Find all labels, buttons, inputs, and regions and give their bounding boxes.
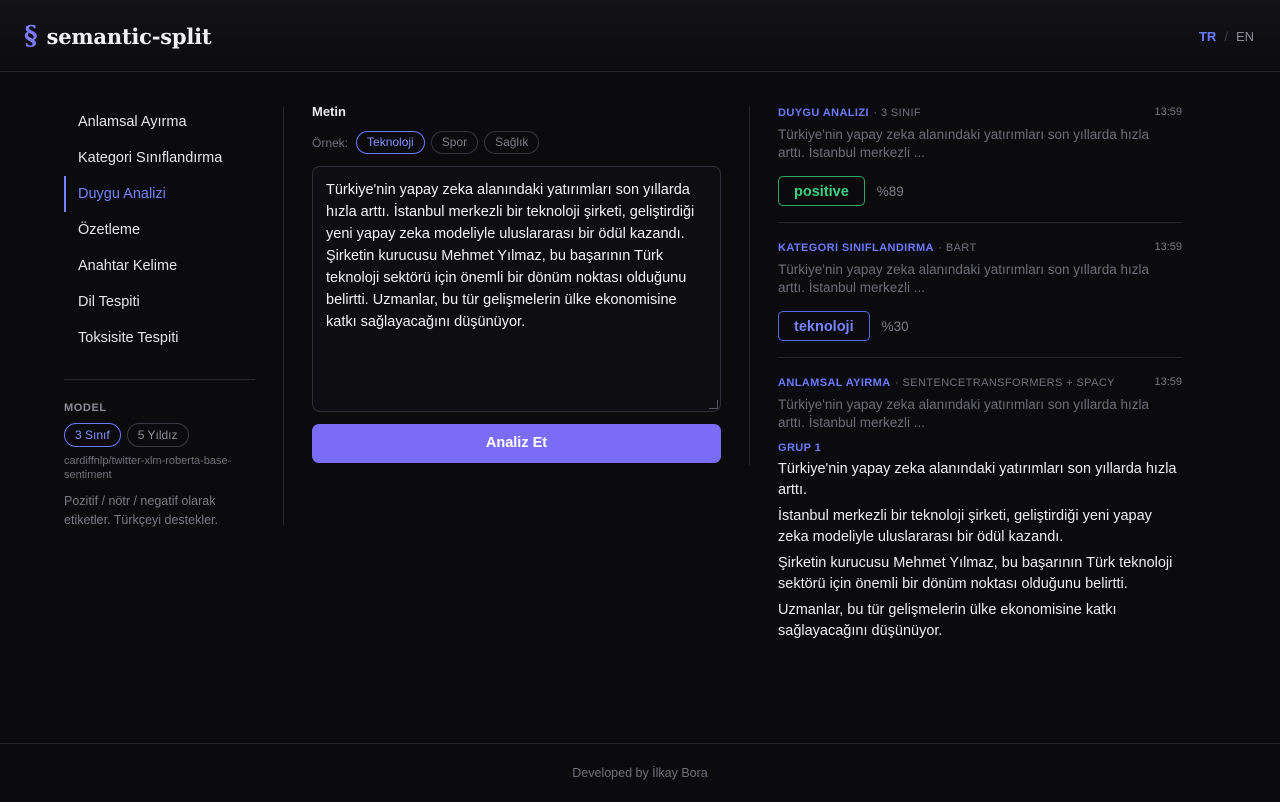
result-header: DUYGU ANALIZI · 3 SINIF 13:59 xyxy=(778,104,1182,120)
lang-separator: / xyxy=(1224,29,1228,44)
result-card-category: KATEGORI SINIFLANDIRMA · BART 13:59 Türk… xyxy=(778,239,1182,358)
result-output: positive %89 xyxy=(778,176,1182,206)
sidebar-divider xyxy=(64,379,255,380)
sidebar-item-sentiment-analysis[interactable]: Duygu Analizi xyxy=(64,176,255,212)
confidence-score: %30 xyxy=(881,318,909,334)
results-panel: DUYGU ANALIZI · 3 SINIF 13:59 Türkiye'ni… xyxy=(778,104,1182,674)
example-chip-health[interactable]: Sağlık xyxy=(484,131,540,154)
result-header: ANLAMSAL AYIRMA · SENTENCETRANSFORMERS +… xyxy=(778,374,1182,390)
sidebar-item-category-classification[interactable]: Kategori Sınıflandırma xyxy=(64,140,255,176)
sidebar-item-toxicity-detection[interactable]: Toksisite Tespiti xyxy=(64,320,255,356)
result-title: KATEGORI SINIFLANDIRMA xyxy=(778,242,934,254)
result-time: 13:59 xyxy=(1154,376,1182,388)
column-divider-left xyxy=(283,106,284,526)
result-snippet: Türkiye'nin yapay zeka alanındaki yatırı… xyxy=(778,397,1149,430)
sidebar-item-keyword[interactable]: Anahtar Kelime xyxy=(64,248,255,284)
analyze-button[interactable]: Analiz Et xyxy=(312,424,721,463)
result-card-sentiment: DUYGU ANALIZI · 3 SINIF 13:59 Türkiye'ni… xyxy=(778,104,1182,223)
app-header: § semantic-split TR / EN xyxy=(0,0,1280,72)
result-header: KATEGORI SINIFLANDIRMA · BART 13:59 xyxy=(778,239,1182,255)
language-switcher: TR / EN xyxy=(1199,29,1254,44)
result-subtitle: · SENTENCETRANSFORMERS + SPACY xyxy=(895,377,1115,389)
sidebar-item-language-detection[interactable]: Dil Tespiti xyxy=(64,284,255,320)
footer-credit: Developed by İlkay Bora xyxy=(572,766,708,780)
category-label-badge: teknoloji xyxy=(778,311,870,341)
resize-handle-icon[interactable] xyxy=(709,400,718,409)
model-section-label: MODEL xyxy=(64,402,107,414)
group-sentence: Şirketin kurucusu Mehmet Yılmaz, bu başa… xyxy=(778,555,1173,592)
example-selector: Örnek: Teknoloji Spor Sağlık xyxy=(312,131,721,154)
app-title: semantic-split xyxy=(46,23,212,49)
input-panel: Metin Örnek: Teknoloji Spor Sağlık Türki… xyxy=(312,104,721,463)
result-title: DUYGU ANALIZI xyxy=(778,107,869,119)
sidebar: Anlamsal Ayırma Kategori Sınıflandırma D… xyxy=(64,104,255,530)
result-time: 13:59 xyxy=(1154,106,1182,118)
model-option-3-class[interactable]: 3 Sınıf xyxy=(64,423,121,447)
group-label: GRUP 1 xyxy=(778,442,822,454)
model-id: cardiffnlp/twitter-xlm-roberta-base-sent… xyxy=(64,455,232,481)
result-snippet: Türkiye'nin yapay zeka alanındaki yatırı… xyxy=(778,127,1149,160)
sidebar-item-semantic-split[interactable]: Anlamsal Ayırma xyxy=(64,104,255,140)
result-time: 13:59 xyxy=(1154,241,1182,253)
sidebar-item-summarization[interactable]: Özetleme xyxy=(64,212,255,248)
lang-tr-button[interactable]: TR xyxy=(1199,29,1216,44)
text-input-label: Metin xyxy=(312,104,346,119)
footer: Developed by İlkay Bora xyxy=(0,743,1280,801)
result-snippet: Türkiye'nin yapay zeka alanındaki yatırı… xyxy=(778,262,1149,295)
confidence-score: %89 xyxy=(876,183,904,199)
result-title: ANLAMSAL AYIRMA xyxy=(778,377,891,389)
result-subtitle: · BART xyxy=(938,242,977,254)
group-sentence: Uzmanlar, bu tür gelişmelerin ülke ekono… xyxy=(778,602,1117,639)
group-sentence: Türkiye'nin yapay zeka alanındaki yatırı… xyxy=(778,461,1177,498)
result-output: teknoloji %30 xyxy=(778,311,1182,341)
example-chip-sports[interactable]: Spor xyxy=(430,131,479,154)
result-subtitle: · 3 SINIF xyxy=(873,107,922,119)
sentiment-label-badge: positive xyxy=(778,176,865,206)
lang-en-button[interactable]: EN xyxy=(1236,29,1254,44)
examples-label: Örnek: xyxy=(312,135,349,150)
text-input-value: Türkiye'nin yapay zeka alanındaki yatırı… xyxy=(326,182,695,330)
column-divider-right xyxy=(749,106,750,465)
app-logo[interactable]: § semantic-split xyxy=(24,21,212,51)
model-selector: 3 Sınıf 5 Yıldız xyxy=(64,423,255,447)
group-sentence: İstanbul merkezli bir teknoloji şirketi,… xyxy=(778,508,1152,545)
model-option-5-star[interactable]: 5 Yıldız xyxy=(126,423,189,447)
section-sign-icon: § xyxy=(24,21,38,51)
model-description: Pozitif / nötr / negatif olarak etiketle… xyxy=(64,494,219,527)
text-input[interactable]: Türkiye'nin yapay zeka alanındaki yatırı… xyxy=(312,166,721,412)
example-chip-technology[interactable]: Teknoloji xyxy=(356,131,425,154)
result-card-semantic-split: ANLAMSAL AYIRMA · SENTENCETRANSFORMERS +… xyxy=(778,374,1182,658)
